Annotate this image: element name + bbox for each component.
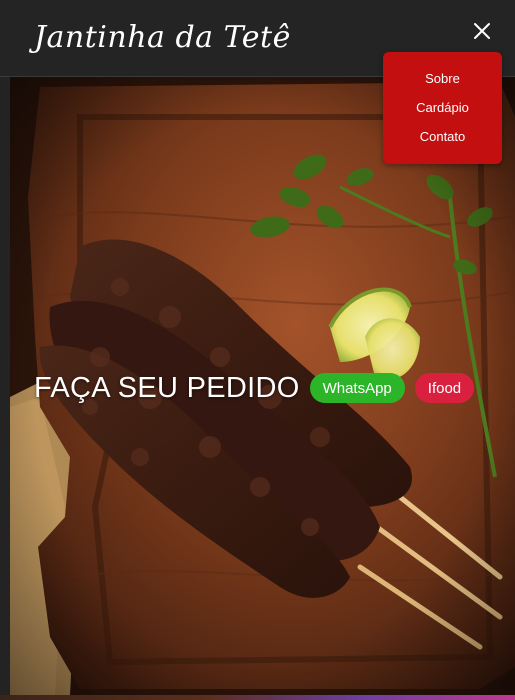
nav-item-sobre[interactable]: Sobre: [383, 71, 502, 86]
order-cta: FAÇA SEU PEDIDO WhatsApp Ifood: [34, 368, 475, 408]
nav-item-contato[interactable]: Contato: [383, 129, 502, 144]
whatsapp-button[interactable]: WhatsApp: [309, 373, 405, 403]
ifood-button[interactable]: Ifood: [414, 373, 475, 403]
dropdown-nav-menu: Sobre Cardápio Contato: [383, 52, 502, 164]
cta-heading: FAÇA SEU PEDIDO: [34, 371, 300, 404]
brand-logo-text[interactable]: Jantinha da Tetê: [34, 20, 291, 55]
close-icon[interactable]: [469, 18, 495, 44]
nav-item-cardapio[interactable]: Cardápio: [383, 100, 502, 115]
next-section-edge: [0, 695, 515, 700]
page-gutter: [0, 77, 10, 695]
